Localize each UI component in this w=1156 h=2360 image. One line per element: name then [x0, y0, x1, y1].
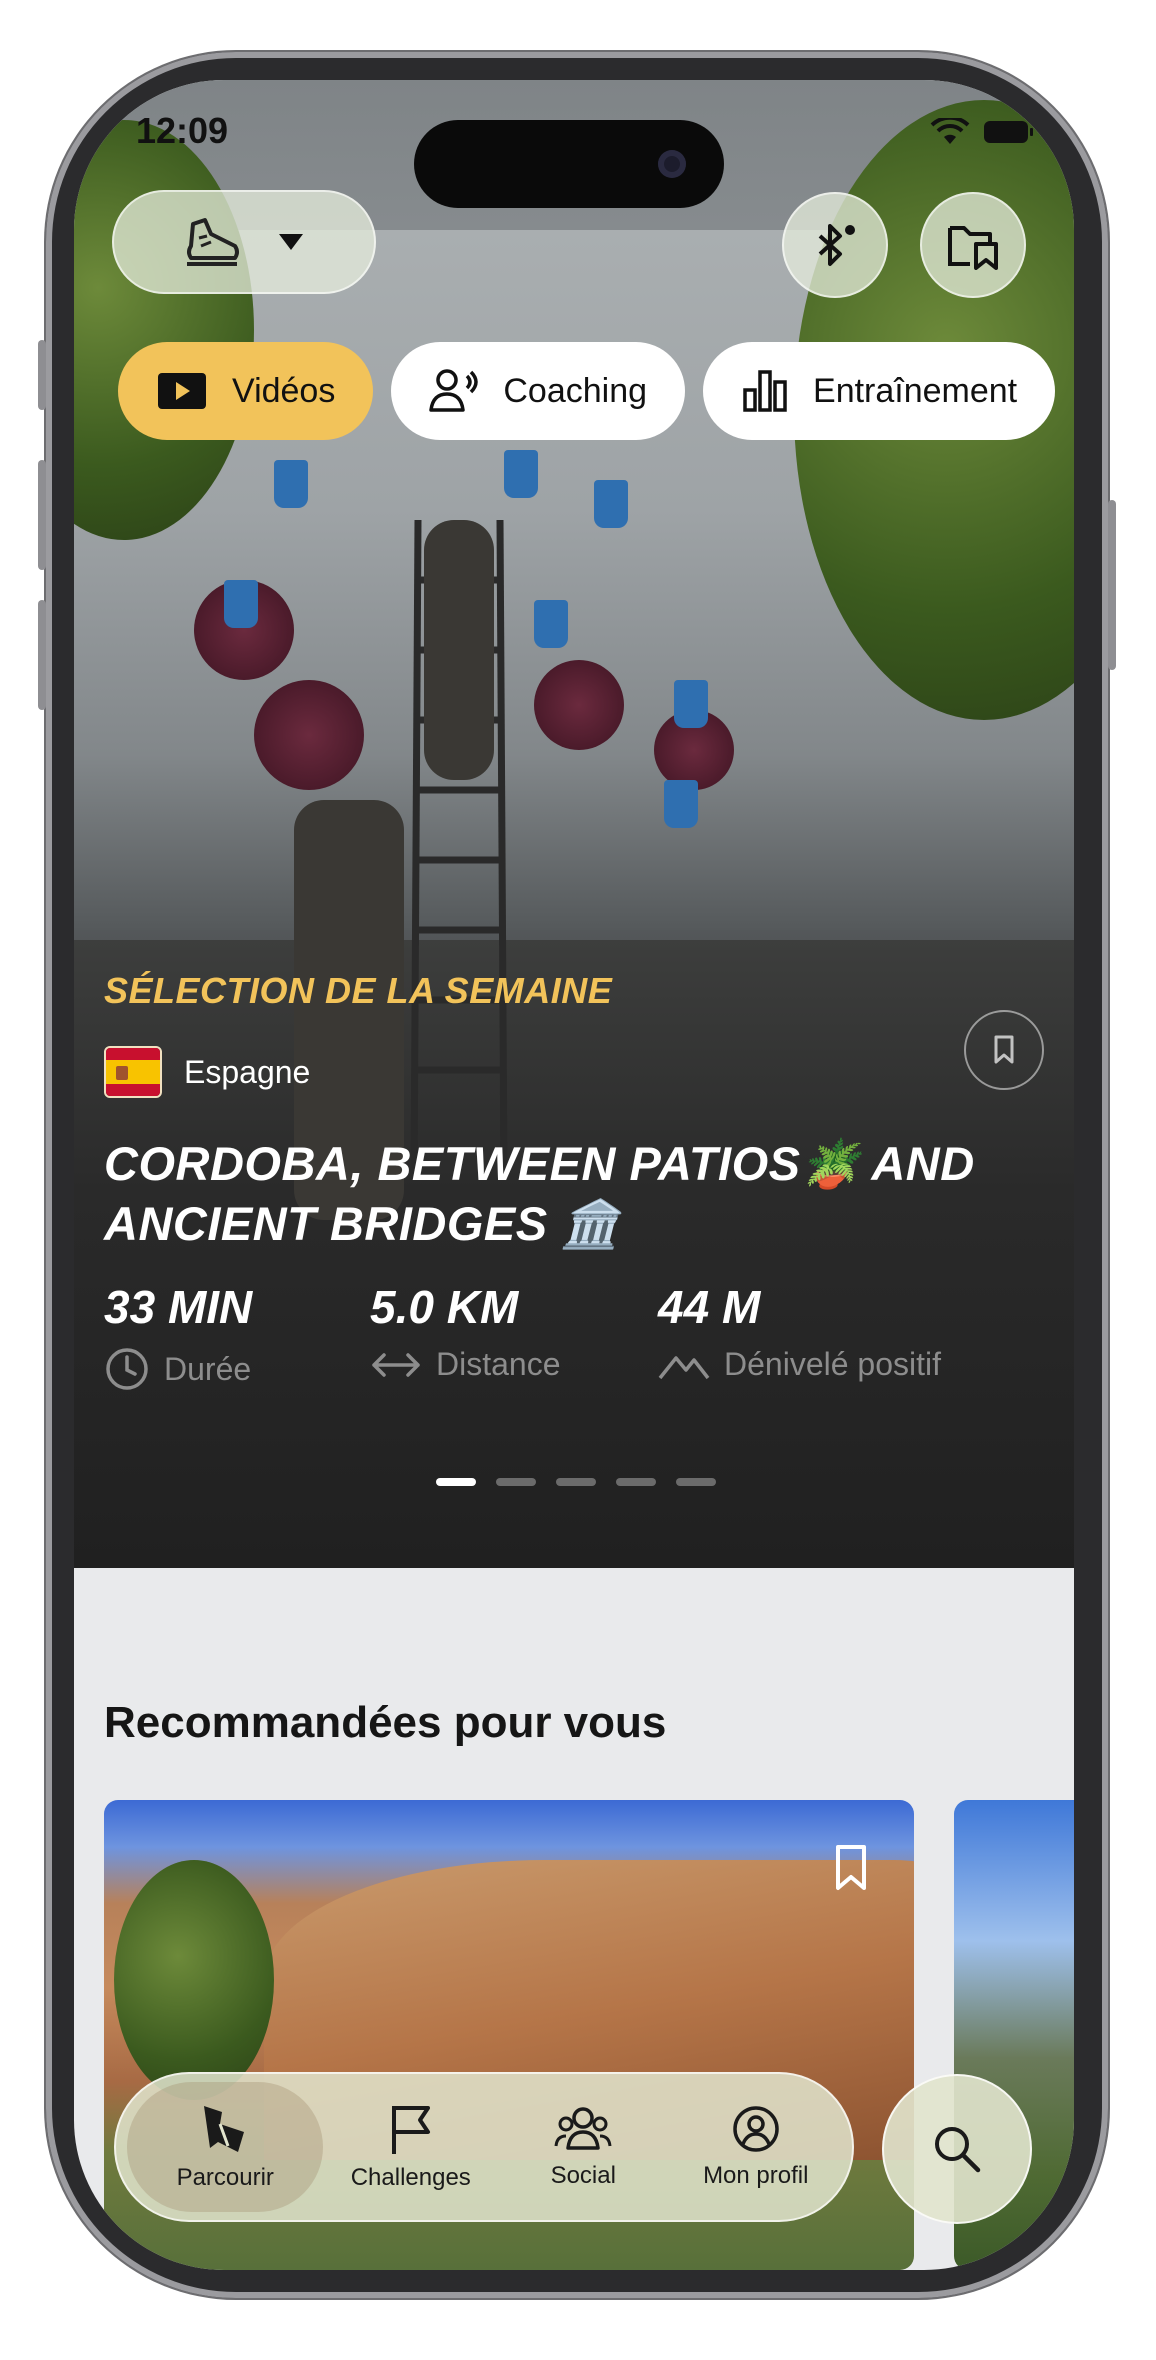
tab-label: Vidéos [232, 371, 336, 410]
saved-files-button[interactable] [920, 192, 1026, 298]
nav-label: Parcourir [176, 2164, 274, 2191]
plant-decoration [534, 660, 624, 750]
elevation-icon [658, 1355, 710, 1379]
search-button[interactable] [882, 2074, 1032, 2224]
flower-pot [534, 600, 568, 648]
status-time: 12:09 [136, 110, 229, 151]
sport-selector-button[interactable] [112, 190, 376, 294]
wifi-icon [930, 118, 970, 144]
carousel-dot[interactable] [616, 1478, 656, 1486]
flower-pot [504, 450, 538, 498]
featured-title-line: ANCIENT BRIDGES 🏛️ [104, 1197, 621, 1250]
tab-videos[interactable]: Vidéos [118, 342, 374, 440]
browse-icon [204, 2106, 245, 2152]
country-name: Espagne [184, 1053, 311, 1090]
status-icons [930, 118, 1034, 146]
bookmark-icon [994, 1035, 1014, 1064]
app-screen: 12:09 Vidéos Coaching Entraînement SÉLEC… [74, 80, 1074, 2270]
flag-icon [391, 2106, 430, 2154]
carousel-dot-active[interactable] [436, 1478, 476, 1486]
carousel-pagination[interactable] [436, 1478, 716, 1486]
featured-title[interactable]: CORDOBA, BETWEEN PATIOS🪴 AND ANCIENT BRI… [104, 1134, 1044, 1254]
background-ground [74, 940, 1074, 1568]
tab-entrainement[interactable]: Entraînement [703, 342, 1056, 440]
flower-pot [224, 580, 258, 628]
nav-label: Mon profil [703, 2162, 809, 2189]
bar-chart-icon [743, 370, 787, 412]
featured-hero[interactable]: 12:09 Vidéos Coaching Entraînement SÉLEC… [74, 80, 1074, 1568]
stat-label: Durée [164, 1350, 252, 1387]
card-bookmark-button[interactable] [834, 1844, 868, 1897]
featured-title-line: CORDOBA, BETWEEN PATIOS🪴 AND [104, 1137, 975, 1190]
carousel-dot[interactable] [496, 1478, 536, 1486]
weekly-selection-eyebrow: SÉLECTION DE LA SEMAINE [104, 970, 613, 1011]
people-icon [554, 2107, 612, 2150]
plant-decoration [254, 680, 364, 790]
stat-elevation: 44 M Dénivelé positif [658, 1280, 941, 1383]
bottom-navigation: Parcourir Challenges Social Mon profil [114, 2072, 854, 2222]
stat-duration: 33 MIN Durée [104, 1280, 252, 1392]
spain-flag-icon [104, 1046, 162, 1098]
tab-label: Entraînement [813, 371, 1018, 410]
battery-icon [984, 121, 1033, 143]
tab-coaching[interactable]: Coaching [391, 342, 686, 440]
statue-figure [424, 520, 494, 780]
bluetooth-button[interactable] [782, 192, 888, 298]
recommended-section-title: Recommandées pour vous [104, 1698, 667, 1747]
volume-down-button [38, 600, 46, 710]
distance-arrows-icon [372, 1352, 420, 1377]
action-button [38, 340, 46, 410]
nav-challenges[interactable]: Challenges [326, 2082, 496, 2212]
play-icon [158, 373, 206, 409]
power-button [1108, 500, 1116, 670]
dynamic-island [414, 120, 724, 208]
stat-value: 44 M [658, 1281, 761, 1333]
stat-distance: 5.0 KM Distance [370, 1280, 561, 1383]
stat-value: 5.0 KM [370, 1281, 519, 1333]
flower-pot [664, 780, 698, 828]
country-row: Espagne [104, 1046, 310, 1098]
folder-bookmark-icon [948, 226, 998, 270]
nav-social[interactable]: Social [498, 2082, 668, 2212]
clock-icon [106, 1348, 148, 1390]
carousel-dot[interactable] [556, 1478, 596, 1486]
flower-pot [274, 460, 308, 508]
flower-pot [674, 680, 708, 728]
nav-mon-profil[interactable]: Mon profil [671, 2082, 841, 2212]
nav-parcourir[interactable]: Parcourir [127, 2082, 324, 2212]
stat-label: Dénivelé positif [724, 1346, 941, 1382]
running-shoe-icon [187, 218, 239, 266]
coach-icon [429, 369, 479, 412]
chevron-down-icon [279, 234, 303, 250]
content-tabs: Vidéos Coaching Entraînement [118, 342, 1056, 440]
nav-label: Social [550, 2162, 616, 2189]
bookmark-icon [836, 1845, 866, 1890]
bluetooth-icon [818, 224, 855, 266]
flower-pot [594, 480, 628, 528]
volume-up-button [38, 460, 46, 570]
card-image-tree [114, 1860, 274, 2100]
bookmark-button[interactable] [964, 1010, 1044, 1090]
search-icon [935, 2127, 981, 2173]
stat-label: Distance [436, 1346, 561, 1382]
nav-label: Challenges [350, 2164, 471, 2191]
profile-icon [733, 2106, 779, 2152]
stat-value: 33 MIN [104, 1281, 253, 1333]
tab-label: Coaching [503, 371, 648, 410]
carousel-dot[interactable] [676, 1478, 716, 1486]
